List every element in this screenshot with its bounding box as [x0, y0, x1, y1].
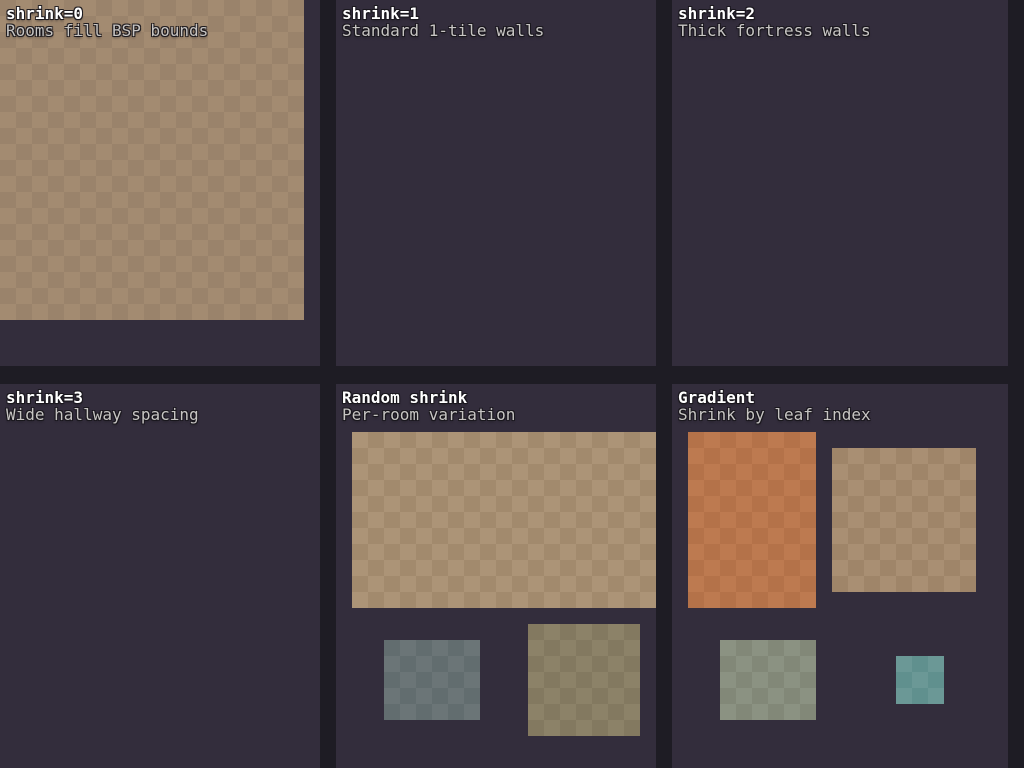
panel-label: Random shrink Per-room variation [336, 384, 656, 423]
panel-title: shrink=3 [6, 389, 320, 406]
panel-subtitle: Standard 1-tile walls [342, 22, 656, 39]
panel-shrink-1: shrink=1 Standard 1-tile walls [336, 0, 656, 366]
panel-title: shrink=2 [678, 5, 1008, 22]
panel-shrink-3: shrink=3 Wide hallway spacing [0, 384, 320, 768]
panel-subtitle: Thick fortress walls [678, 22, 1008, 39]
panel-subtitle: Per-room variation [342, 406, 656, 423]
room-rect [0, 0, 304, 320]
panel-title: shrink=1 [342, 5, 656, 22]
panel-label: shrink=0 Rooms fill BSP bounds [0, 0, 320, 39]
panel-title: Gradient [678, 389, 1008, 406]
room-rect [352, 432, 656, 608]
panel-gradient: Gradient Shrink by leaf index [672, 384, 1008, 768]
room-rect [832, 448, 976, 592]
room-rect [688, 432, 816, 608]
room-rect [720, 640, 816, 720]
panel-subtitle: Shrink by leaf index [678, 406, 1008, 423]
panel-title: Random shrink [342, 389, 656, 406]
panel-title: shrink=0 [6, 5, 320, 22]
room-rect [384, 640, 480, 720]
panel-label: shrink=2 Thick fortress walls [672, 0, 1008, 39]
panel-shrink-0: shrink=0 Rooms fill BSP bounds [0, 0, 320, 366]
room-rect [896, 656, 944, 704]
panel-shrink-2: shrink=2 Thick fortress walls [672, 0, 1008, 366]
panel-subtitle: Wide hallway spacing [6, 406, 320, 423]
room-rect [528, 624, 640, 736]
panel-label: Gradient Shrink by leaf index [672, 384, 1008, 423]
panel-label: shrink=3 Wide hallway spacing [0, 384, 320, 423]
panel-label: shrink=1 Standard 1-tile walls [336, 0, 656, 39]
panel-subtitle: Rooms fill BSP bounds [6, 22, 320, 39]
bsp-demo-grid: shrink=0 Rooms fill BSP bounds shrink=1 … [0, 0, 1024, 768]
panel-random-shrink: Random shrink Per-room variation [336, 384, 656, 768]
